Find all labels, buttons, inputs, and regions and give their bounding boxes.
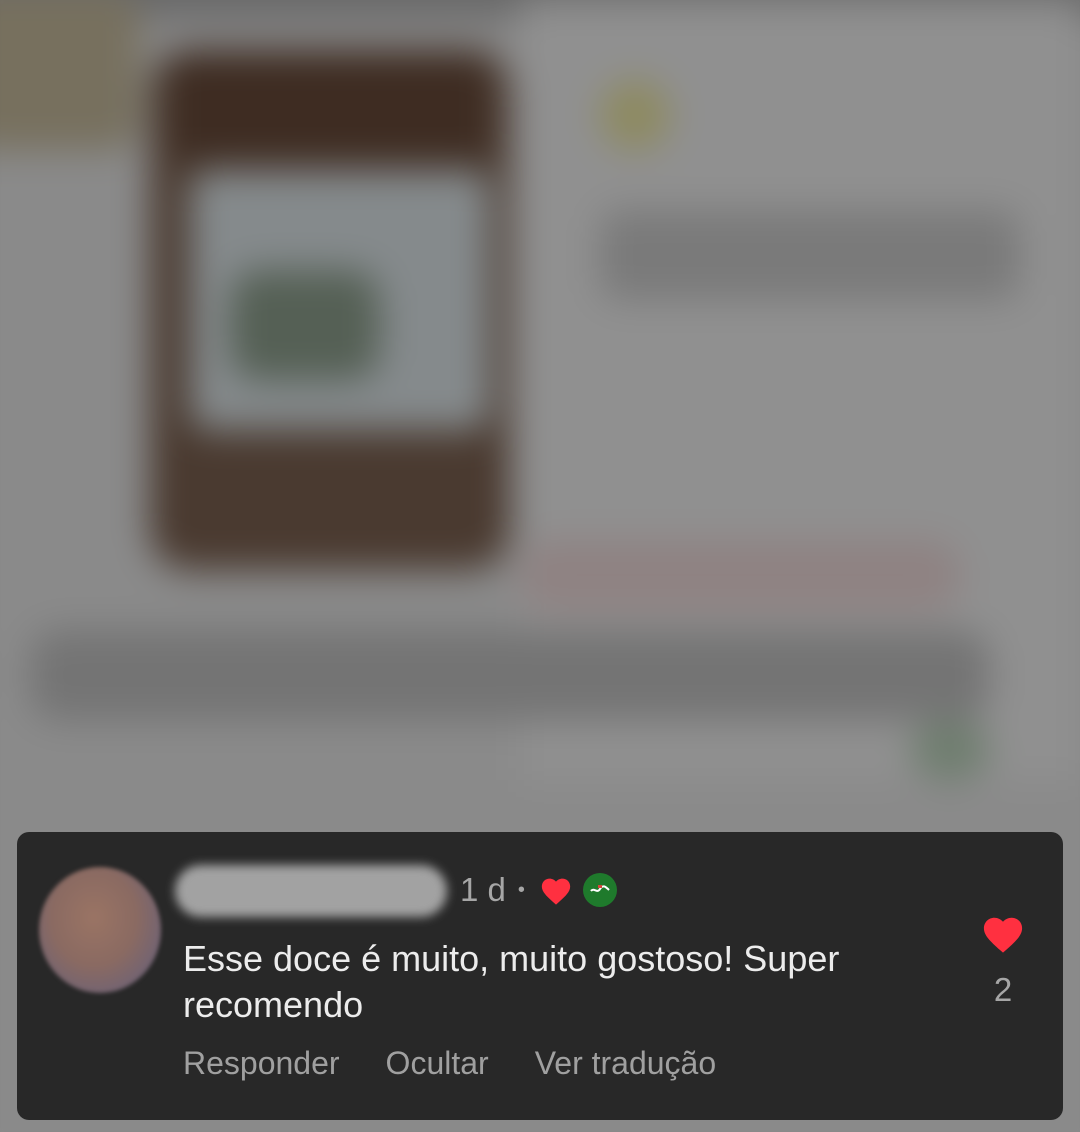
hide-button[interactable]: Ocultar: [386, 1043, 489, 1083]
reply-button[interactable]: Responder: [183, 1043, 340, 1083]
comment-timestamp: 1 d: [460, 871, 506, 908]
comment-meta: 1 d •: [460, 868, 617, 912]
meta-separator: •: [517, 878, 525, 901]
like-count: 2: [993, 971, 1013, 1008]
like-heart-icon[interactable]: [980, 912, 1026, 954]
avatar[interactable]: [39, 867, 161, 993]
profile-badge-icon: [582, 873, 617, 907]
comment-actions: Responder Ocultar Ver tradução: [183, 1043, 716, 1083]
see-translation-button[interactable]: Ver tradução: [535, 1043, 716, 1083]
like-section: 2: [973, 912, 1033, 1008]
heart-icon: [541, 878, 571, 905]
screen: 1 d • Esse doce é muito, muito gostoso! …: [0, 0, 1080, 1132]
comment-text: Esse doce é muito, muito gostoso! Super …: [183, 938, 840, 1025]
comment-card: 1 d • Esse doce é muito, muito gostoso! …: [17, 832, 1063, 1120]
username-redacted[interactable]: [175, 865, 447, 917]
